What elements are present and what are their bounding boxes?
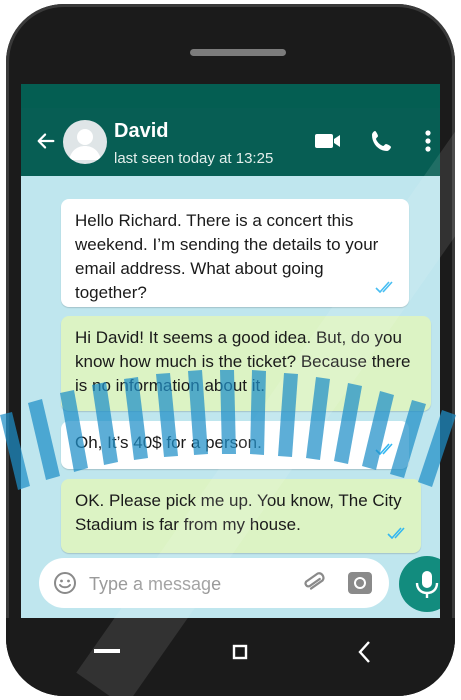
attach-icon[interactable] bbox=[301, 570, 327, 596]
message-text: Hi David! It seems a good idea. But, do … bbox=[75, 328, 411, 395]
message-text: Oh, It’s 40$ for a person. bbox=[75, 433, 262, 452]
message-outgoing[interactable]: OK. Please pick me up. You know, The Cit… bbox=[61, 479, 421, 553]
message-input[interactable] bbox=[87, 568, 281, 600]
emoji-icon[interactable] bbox=[53, 571, 77, 595]
status-bar bbox=[21, 84, 440, 108]
contact-name[interactable]: David bbox=[114, 120, 168, 143]
back-arrow-icon[interactable] bbox=[35, 130, 57, 152]
message-list: Hello Richard. There is a concert this w… bbox=[21, 176, 440, 618]
more-options-icon[interactable] bbox=[421, 126, 435, 156]
phone-call-icon[interactable] bbox=[367, 126, 397, 156]
message-outgoing[interactable]: Hi David! It seems a good idea. But, do … bbox=[61, 316, 431, 411]
back-icon[interactable] bbox=[356, 640, 372, 664]
phone-speaker bbox=[190, 49, 286, 56]
message-text: OK. Please pick me up. You know, The Cit… bbox=[75, 491, 402, 534]
camera-icon[interactable] bbox=[347, 571, 373, 595]
microphone-button[interactable] bbox=[399, 556, 440, 612]
message-composer bbox=[39, 558, 389, 608]
message-incoming[interactable]: Oh, It’s 40$ for a person. bbox=[61, 421, 409, 469]
microphone-icon bbox=[415, 571, 439, 598]
read-receipt-icon bbox=[375, 281, 393, 293]
home-icon[interactable] bbox=[232, 644, 248, 660]
message-text: Hello Richard. There is a concert this w… bbox=[75, 211, 379, 302]
chat-header: David last seen today at 13:25 bbox=[21, 108, 440, 176]
avatar[interactable] bbox=[63, 120, 107, 164]
android-navigation-bar bbox=[6, 618, 455, 696]
avatar-placeholder-icon bbox=[69, 129, 101, 160]
video-call-icon[interactable] bbox=[313, 126, 343, 156]
chat-screen: David last seen today at 13:25 Hello Ric… bbox=[21, 84, 440, 618]
phone-frame: David last seen today at 13:25 Hello Ric… bbox=[6, 4, 455, 696]
recent-apps-icon[interactable] bbox=[94, 648, 120, 654]
message-incoming[interactable]: Hello Richard. There is a concert this w… bbox=[61, 199, 409, 307]
read-receipt-icon bbox=[375, 443, 393, 455]
read-receipt-icon bbox=[387, 527, 405, 539]
last-seen-status: last seen today at 13:25 bbox=[114, 150, 274, 167]
